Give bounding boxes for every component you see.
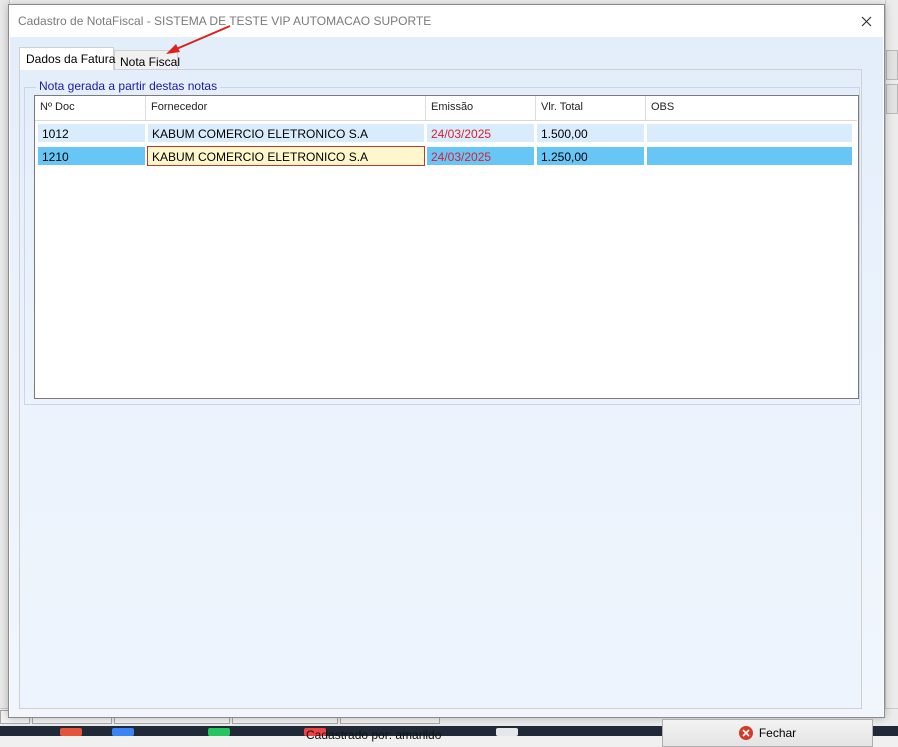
- cell-emissao[interactable]: 24/03/2025: [426, 123, 535, 143]
- taskbar-app-icon[interactable]: [208, 728, 230, 736]
- background-button: [886, 50, 898, 80]
- close-icon: [861, 16, 871, 26]
- background-button: [886, 84, 898, 114]
- window-close-button[interactable]: [854, 10, 878, 32]
- created-by-label: Cadastrado por: amarildo: [306, 728, 442, 742]
- tab-label: Nota Fiscal: [120, 55, 181, 69]
- column-header-obs[interactable]: OBS: [646, 96, 856, 120]
- window-title: Cadastro de NotaFiscal - SISTEMA DE TEST…: [18, 14, 432, 28]
- dialog-client-area: Dados da Fatura Nota Fiscal Nota gerada …: [10, 37, 883, 747]
- fechar-button[interactable]: Fechar: [662, 719, 873, 747]
- cell-obs[interactable]: [646, 123, 853, 143]
- column-header-vlr-total[interactable]: Vlr. Total: [536, 96, 646, 120]
- tab-dados-da-fatura[interactable]: Dados da Fatura: [19, 47, 116, 70]
- notas-grid[interactable]: Nº Doc Fornecedor Emissão Vlr. Total OBS…: [34, 95, 859, 399]
- x-circle-icon: [738, 726, 753, 740]
- cadastro-notafiscal-dialog: Cadastro de NotaFiscal - SISTEMA DE TEST…: [8, 4, 885, 747]
- cell-vlr-total[interactable]: 1.250,00: [536, 146, 645, 166]
- cell-doc[interactable]: 1012: [37, 123, 146, 143]
- groupbox-title: Nota gerada a partir destas notas: [36, 79, 221, 93]
- cell-obs[interactable]: [646, 146, 853, 166]
- cell-vlr-total[interactable]: 1.500,00: [536, 123, 645, 143]
- cell-fornecedor[interactable]: KABUM COMERCIO ELETRONICO S.A: [147, 123, 425, 143]
- cell-fornecedor-focused[interactable]: KABUM COMERCIO ELETRONICO S.A: [147, 146, 425, 166]
- grid-header: Nº Doc Fornecedor Emissão Vlr. Total OBS: [35, 96, 857, 121]
- tab-label: Dados da Fatura: [26, 52, 116, 66]
- taskbar-app-icon[interactable]: [112, 728, 134, 736]
- column-header-doc[interactable]: Nº Doc: [35, 96, 146, 120]
- titlebar: Cadastro de NotaFiscal - SISTEMA DE TEST…: [9, 5, 884, 37]
- taskbar-app-icon[interactable]: [60, 728, 82, 736]
- table-row-selected[interactable]: 1210 KABUM COMERCIO ELETRONICO S.A 24/03…: [35, 145, 857, 167]
- fechar-label: Fechar: [758, 726, 797, 740]
- column-header-fornecedor[interactable]: Fornecedor: [146, 96, 426, 120]
- table-row[interactable]: 1012 KABUM COMERCIO ELETRONICO S.A 24/03…: [35, 122, 857, 144]
- column-header-emissao[interactable]: Emissão: [426, 96, 536, 120]
- tab-nota-fiscal[interactable]: Nota Fiscal: [114, 50, 181, 70]
- taskbar-app-icon[interactable]: [496, 728, 518, 736]
- cell-emissao[interactable]: 24/03/2025: [426, 146, 535, 166]
- cell-doc[interactable]: 1210: [37, 146, 146, 166]
